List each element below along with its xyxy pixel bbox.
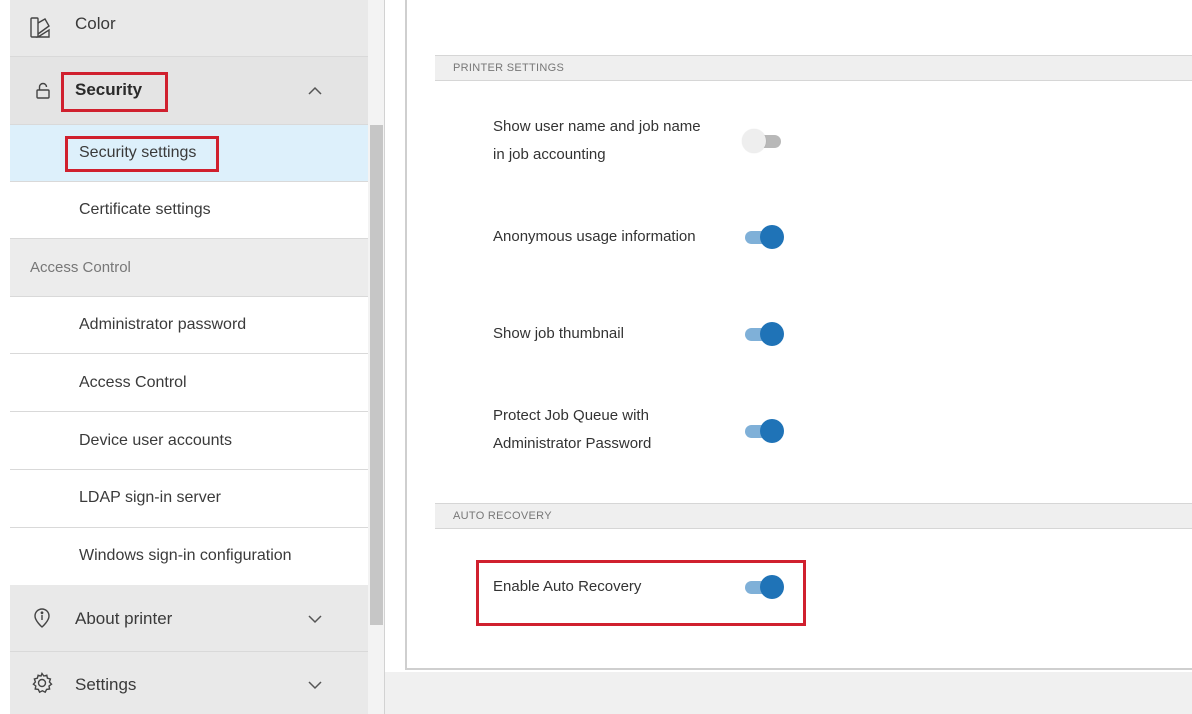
sidebar-item-label: LDAP sign-in server (79, 489, 221, 506)
sidebar-item-color[interactable]: Color (10, 0, 368, 57)
sidebar-item-label: Device user accounts (79, 432, 232, 449)
sidebar: Color Security Security settings Certifi… (10, 0, 368, 714)
sidebar-item-access-control[interactable]: Access Control (10, 354, 368, 412)
sidebar-item-label: Access Control (79, 374, 187, 391)
setting-label-line: in job accounting (493, 146, 606, 163)
color-icon (28, 16, 52, 40)
toggle-knob (742, 129, 766, 153)
sidebar-scrollbar-thumb[interactable] (370, 125, 383, 625)
setting-label-protect-job-queue: Protect Job Queue with Administrator Pas… (493, 402, 733, 458)
toggle-show-job-thumbnail[interactable] (742, 320, 786, 348)
sidebar-item-ldap-sign-in-server[interactable]: LDAP sign-in server (10, 470, 368, 528)
auto-recovery-highlight-box (476, 560, 806, 626)
section-header-printer-settings: PRINTER SETTINGS (435, 55, 1192, 81)
bottom-strip (385, 672, 1192, 714)
setting-label-line: Administrator Password (493, 435, 652, 452)
sidebar-group-label: Access Control (30, 259, 131, 276)
setting-label-show-job-thumbnail: Show job thumbnail (493, 320, 733, 348)
lock-icon (31, 79, 55, 103)
section-header-auto-recovery: AUTO RECOVERY (435, 503, 1192, 529)
sidebar-item-administrator-password[interactable]: Administrator password (10, 297, 368, 354)
sidebar-item-settings[interactable]: Settings (10, 652, 368, 714)
setting-label-line: Anonymous usage information (493, 228, 696, 245)
setting-label-line: Show job thumbnail (493, 325, 624, 342)
setting-label-anonymous-usage: Anonymous usage information (493, 223, 733, 251)
toggle-show-user-name[interactable] (742, 127, 786, 155)
chevron-down-icon[interactable] (306, 610, 324, 628)
sidebar-divider (384, 0, 385, 714)
sidebar-item-label: Certificate settings (79, 201, 211, 218)
sidebar-item-device-user-accounts[interactable]: Device user accounts (10, 412, 368, 470)
sidebar-item-label: Administrator password (79, 316, 247, 333)
setting-label-line: Protect Job Queue with (493, 407, 649, 424)
toggle-protect-job-queue[interactable] (742, 417, 786, 445)
toggle-anonymous-usage[interactable] (742, 223, 786, 251)
setting-label-show-user-name: Show user name and job name in job accou… (493, 113, 733, 169)
chevron-down-icon[interactable] (306, 676, 324, 694)
sidebar-item-label: Color (75, 14, 116, 33)
sidebar-item-label: About printer (75, 609, 173, 628)
gear-icon (30, 671, 54, 695)
sidebar-group-access-control: Access Control (10, 239, 368, 297)
toggle-knob (760, 322, 784, 346)
sidebar-item-label: Windows sign-in configuration (79, 547, 292, 564)
setting-label-line: Show user name and job name (493, 118, 701, 135)
sidebar-item-about-printer[interactable]: About printer (10, 585, 368, 652)
info-icon (30, 606, 54, 630)
security-highlight-box (61, 72, 168, 112)
security-settings-highlight-box (65, 136, 219, 172)
chevron-up-icon[interactable] (306, 82, 324, 100)
sidebar-item-certificate-settings[interactable]: Certificate settings (10, 182, 368, 239)
toggle-knob (760, 419, 784, 443)
sidebar-item-label: Settings (75, 675, 137, 694)
toggle-knob (760, 225, 784, 249)
sidebar-item-windows-sign-in-configuration[interactable]: Windows sign-in configuration (10, 528, 368, 585)
